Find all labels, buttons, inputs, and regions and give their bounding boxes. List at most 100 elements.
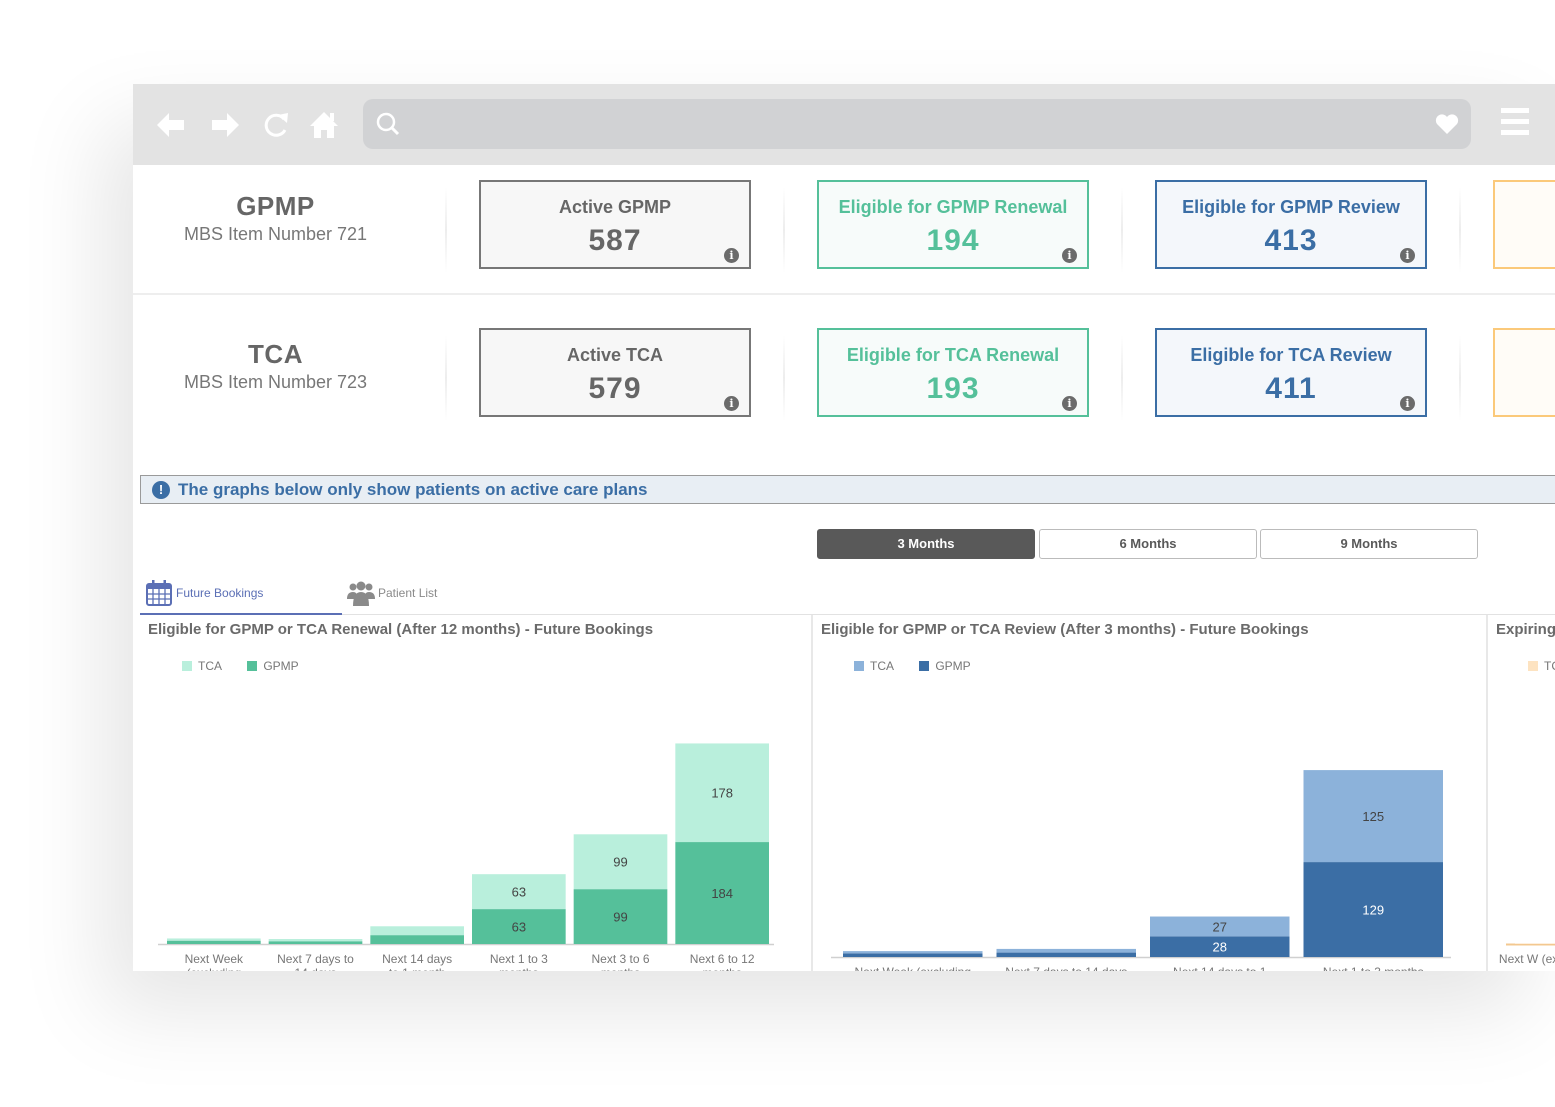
kpi-tca-renewal[interactable]: Eligible for TCA Renewal 193 i <box>817 328 1089 417</box>
data-label: 129 <box>1362 903 1384 918</box>
tab-future-bookings[interactable]: Future Bookings <box>140 575 342 615</box>
home-icon[interactable] <box>308 109 340 141</box>
x-tick-label: to 1 month <box>389 966 446 971</box>
row-title: GPMP <box>236 191 315 221</box>
reload-icon[interactable] <box>260 109 292 141</box>
legend-label: GPMP <box>263 659 299 673</box>
divider <box>1121 187 1123 273</box>
info-icon[interactable]: i <box>1062 396 1077 411</box>
tab-patient-list[interactable]: Patient List <box>342 575 522 615</box>
kpi-value: 587 <box>588 224 642 257</box>
bar-gpmp-0[interactable] <box>167 940 261 944</box>
kpi-label: Eligible for GPMP Review <box>1182 197 1400 217</box>
legend-swatch <box>1528 661 1538 671</box>
x-tick-label: 14 days <box>294 966 336 971</box>
back-arrow-icon[interactable] <box>155 109 187 141</box>
chart-panel-expiring: Next W (exclu Expiring TC <box>1488 615 1555 971</box>
address-bar[interactable] <box>363 99 1471 149</box>
dashboard-content: GPMP MBS Item Number 721 Active GPMP 587… <box>133 165 1555 971</box>
x-tick-label: Next 3 to 6 <box>591 952 649 966</box>
chart-title: Eligible for GPMP or TCA Renewal (After … <box>148 621 654 638</box>
data-label: 99 <box>613 910 627 925</box>
legend-item-tca[interactable]: TCA <box>854 659 894 673</box>
info-icon[interactable]: i <box>1400 248 1415 263</box>
x-tick-label: Next 14 days to 1 <box>1173 965 1267 971</box>
info-icon[interactable]: i <box>1062 248 1077 263</box>
x-tick-label: Next 7 days to 14 days <box>1005 965 1127 971</box>
hamburger-menu-icon[interactable] <box>1501 108 1529 138</box>
chart-title: Eligible for GPMP or TCA Review (After 3… <box>821 621 1309 638</box>
data-label: 27 <box>1213 919 1227 934</box>
kpi-active-tca[interactable]: Active TCA 579 i <box>479 328 751 417</box>
kpi-active-gpmp[interactable]: Active GPMP 587 i <box>479 180 751 269</box>
bar-gpmp-0[interactable] <box>843 953 983 957</box>
x-tick-label: Next 6 to 12 <box>690 952 755 966</box>
period-3-months-button[interactable]: 3 Months <box>817 529 1035 559</box>
legend-label: GPMP <box>935 659 971 673</box>
info-icon[interactable]: i <box>724 248 739 263</box>
people-group-icon <box>347 581 375 606</box>
chart-title: Expiring <box>1496 621 1555 638</box>
gpmp-row: GPMP MBS Item Number 721 Active GPMP 587… <box>133 165 1555 295</box>
bar-gpmp-1[interactable] <box>996 952 1137 957</box>
bar-tca-1[interactable] <box>268 939 363 942</box>
kpi-tca-review[interactable]: Eligible for TCA Review 411 i <box>1155 328 1427 417</box>
bar-tca-0[interactable] <box>843 951 983 954</box>
bar-gpmp-1[interactable] <box>268 941 363 944</box>
legend-item-tca[interactable]: TC <box>1528 659 1555 673</box>
legend-swatch <box>919 661 930 671</box>
bar-tca-1[interactable] <box>996 948 1137 953</box>
forward-arrow-icon[interactable] <box>209 109 241 141</box>
row-subtitle: MBS Item Number 723 <box>183 372 368 392</box>
tca-row: TCA MBS Item Number 723 Active TCA 579 i… <box>133 313 1555 443</box>
chart-panel-review: Next Week (excluding Next 7 days to 14 da… <box>813 615 1488 971</box>
row-title: TCA <box>248 339 303 369</box>
divider <box>1459 187 1461 273</box>
x-tick-label: months <box>702 966 741 971</box>
kpi-value: 413 <box>1264 224 1318 257</box>
tab-label: Future Bookings <box>176 586 264 600</box>
legend-label: TC <box>1544 659 1555 673</box>
chart-legend: TCA GPMP <box>182 659 321 673</box>
kpi-expiring-partial[interactable] <box>1493 328 1555 417</box>
x-tick-label: months <box>601 966 640 971</box>
legend-swatch <box>854 661 864 671</box>
info-icon[interactable]: i <box>724 396 739 411</box>
x-tick-label: Next 14 days <box>382 952 452 966</box>
kpi-label: Active GPMP <box>558 197 672 217</box>
notice-banner: ! The graphs below only show patients on… <box>140 475 1555 504</box>
kpi-label: Active TCA <box>566 345 664 365</box>
chart-legend: TC <box>1528 659 1555 673</box>
legend-item-tca[interactable]: TCA <box>182 659 222 673</box>
search-icon <box>376 112 400 136</box>
bar-tca-0[interactable] <box>167 938 261 941</box>
divider <box>445 187 447 273</box>
divider <box>445 335 447 421</box>
legend-swatch <box>247 661 258 671</box>
x-tick-label: Next Week (excluding <box>855 965 972 971</box>
x-tick-label: months <box>499 966 538 971</box>
period-9-months-button[interactable]: 9 Months <box>1260 529 1478 559</box>
period-6-months-button[interactable]: 6 Months <box>1039 529 1257 559</box>
info-icon[interactable]: i <box>1400 396 1415 411</box>
bar-gpmp-2[interactable] <box>370 935 464 944</box>
legend-label: TCA <box>198 659 222 673</box>
kpi-gpmp-review[interactable]: Eligible for GPMP Review 413 i <box>1155 180 1427 269</box>
data-label: 125 <box>1362 809 1384 824</box>
browser-toolbar <box>133 84 1555 165</box>
data-label: 184 <box>711 886 733 901</box>
legend-item-gpmp[interactable]: GPMP <box>247 659 299 673</box>
bar-tca-2[interactable] <box>370 926 464 936</box>
data-label: 99 <box>613 855 627 870</box>
kpi-expiring-partial[interactable] <box>1493 180 1555 269</box>
row-subtitle: MBS Item Number 721 <box>183 224 368 244</box>
kpi-label: Eligible for GPMP Renewal <box>838 197 1068 217</box>
kpi-label: Eligible for TCA Renewal <box>846 345 1060 365</box>
x-tick-label: Next W (exclu <box>1499 952 1555 966</box>
legend-item-gpmp[interactable]: GPMP <box>919 659 971 673</box>
legend-swatch <box>182 661 192 671</box>
exclamation-icon: ! <box>152 481 170 499</box>
bar-tca-0[interactable] <box>1515 943 1555 944</box>
kpi-gpmp-renewal[interactable]: Eligible for GPMP Renewal 194 i <box>817 180 1089 269</box>
heart-icon[interactable] <box>1435 113 1459 135</box>
